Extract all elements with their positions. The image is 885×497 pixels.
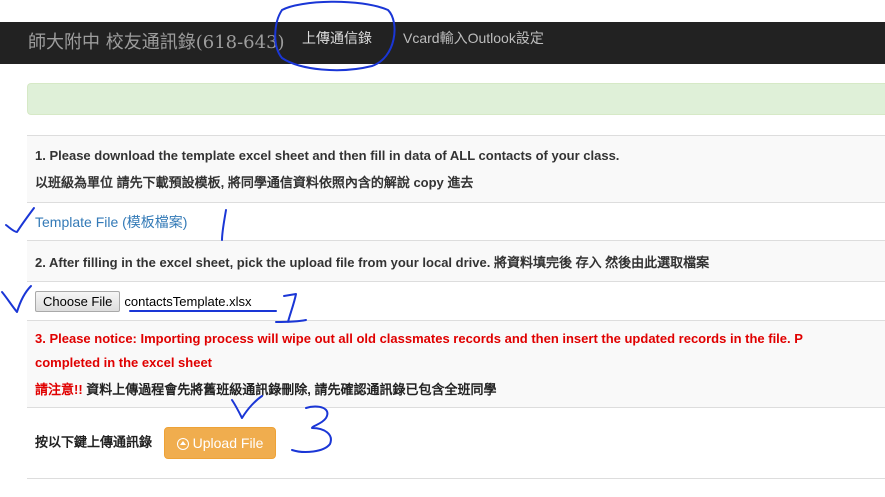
step2-text: 2. After filling in the excel sheet, pic…: [35, 254, 710, 270]
chosen-file-name: contactsTemplate.xlsx: [124, 293, 252, 309]
upload-form-table: 1. Please download the template excel sh…: [27, 135, 885, 479]
top-strip: [0, 0, 885, 22]
step2-row: 2. After filling in the excel sheet, pic…: [27, 240, 885, 282]
notice-text: 3. Please notice: Importing process will…: [35, 330, 803, 346]
template-file-link[interactable]: Template File (模板檔案): [35, 214, 187, 230]
step1-text: 1. Please download the template excel sh…: [35, 147, 620, 163]
upload-circle-icon: [176, 438, 189, 450]
nav-vcard-outlook[interactable]: Vcard輸入Outlook設定: [403, 22, 544, 64]
choose-file-button[interactable]: Choose File: [35, 290, 121, 312]
step1-row: 1. Please download the template excel sh…: [27, 135, 885, 203]
step1-text-zh: 以班級為單位 請先下載預設模板, 將同學通信資料依照內含的解說 copy 進去: [35, 174, 474, 190]
nav-upload-contacts[interactable]: 上傳通信錄: [302, 22, 372, 64]
upload-file-button[interactable]: Upload File: [163, 427, 277, 459]
notice-warning-label: 請注意!!: [35, 381, 83, 397]
notice-text-zh: 資料上傳過程會先將舊班級通訊錄刪除, 請先確認通訊錄已包含全班同學: [82, 381, 497, 397]
brand-title[interactable]: 師大附中 校友通訊錄(618-643): [28, 22, 285, 64]
upload-prompt: 按以下鍵上傳通訊錄: [35, 434, 153, 450]
success-alert: [27, 83, 885, 115]
upload-row: 按以下鍵上傳通訊錄 Upload File: [27, 407, 885, 479]
template-row: Template File (模板檔案): [27, 202, 885, 241]
navbar: 師大附中 校友通訊錄(618-643) 上傳通信錄 Vcard輸入Outlook…: [0, 22, 885, 64]
file-picker-row: Choose File contactsTemplate.xlsx: [27, 281, 885, 321]
notice-row: 3. Please notice: Importing process will…: [27, 320, 885, 408]
notice-text-2: completed in the excel sheet: [35, 354, 213, 370]
upload-button-label: Upload File: [192, 435, 264, 451]
